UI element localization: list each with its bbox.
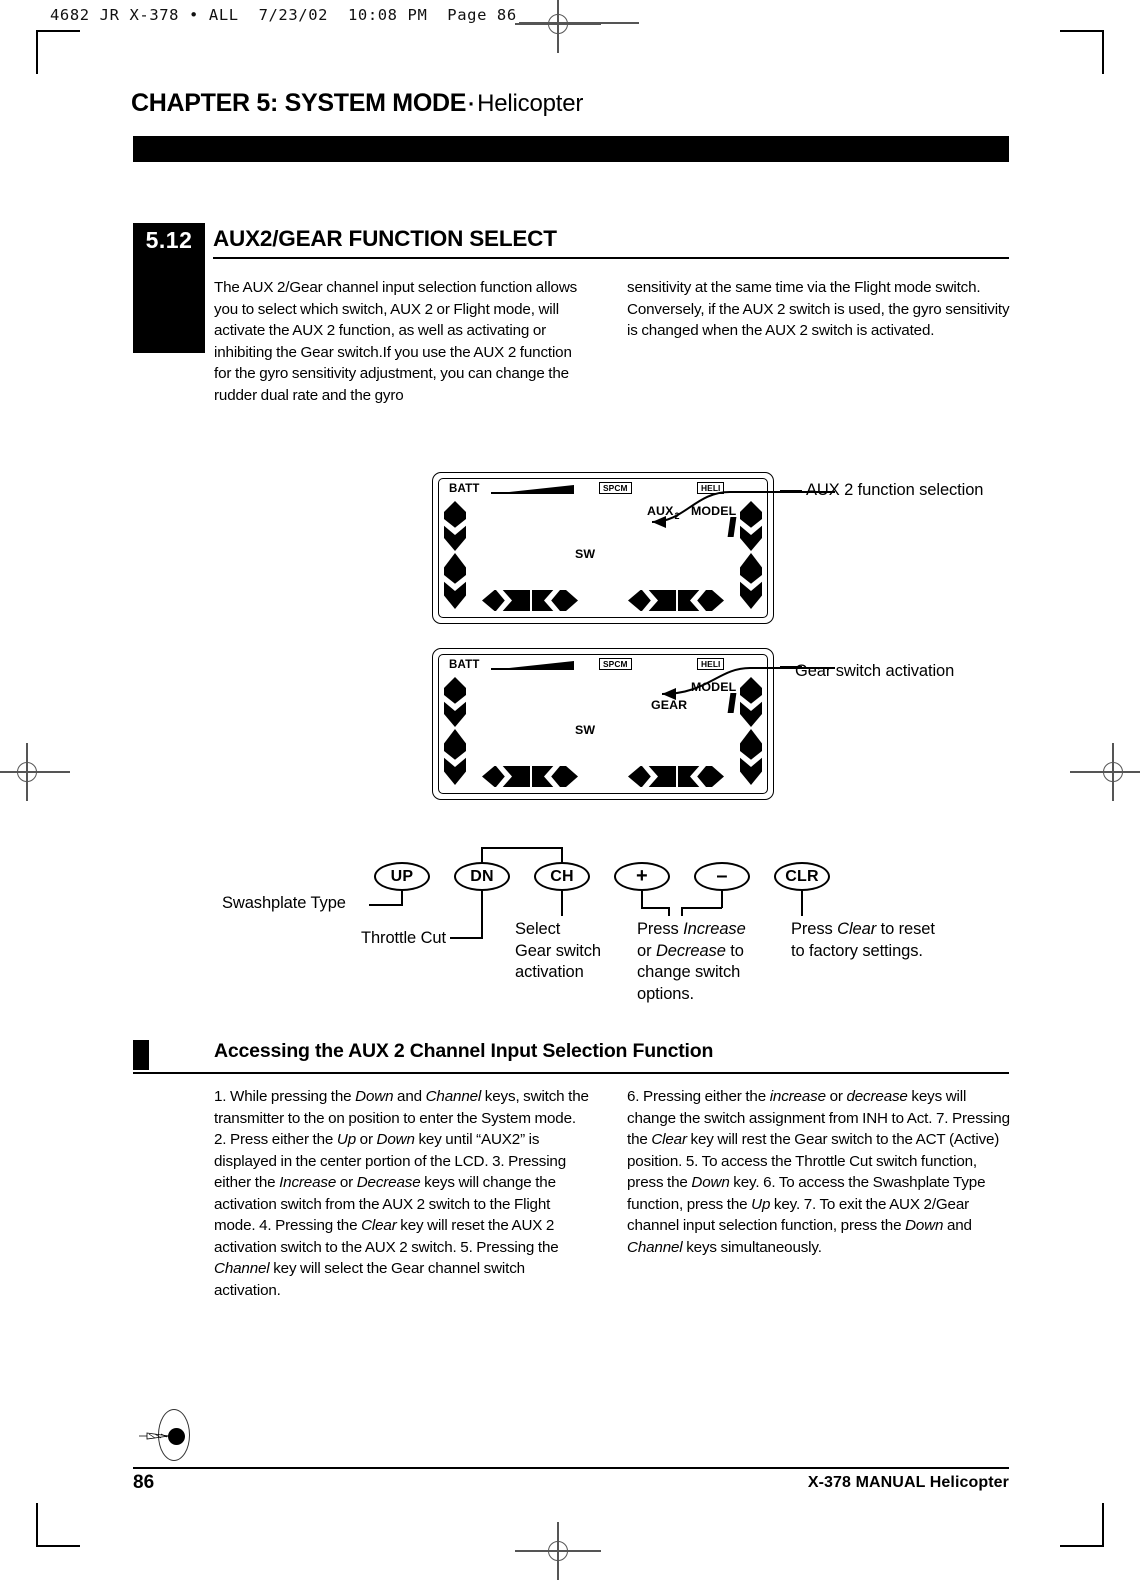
pm-line1-prefix: Press	[637, 920, 684, 938]
callout-heading-top: AUX 2 function selection	[806, 481, 984, 499]
clr-leader-vertical	[801, 891, 803, 916]
slug-rule	[519, 22, 639, 24]
registration-mark-top	[515, 0, 601, 53]
footer-rule	[133, 1467, 1009, 1470]
registration-mark-left	[0, 743, 70, 801]
battery-gauge-icon	[491, 660, 574, 670]
dn-leader-vertical	[481, 891, 483, 938]
bottom-left-trim-bar-icon	[482, 590, 578, 611]
section-number: 5.12	[145, 227, 193, 253]
bottom-right-trim-bar-icon	[628, 590, 724, 611]
key-clr[interactable]: CLR	[774, 862, 830, 891]
pm-line2-suffix: to	[725, 941, 744, 960]
chapter-title: CHAPTER 5: SYSTEM MODE·Helicopter	[131, 89, 583, 118]
pm-line3: change switch	[637, 963, 741, 981]
callout-option-aux2: AUX2	[802, 508, 872, 539]
key-decrease[interactable]: –	[694, 862, 750, 891]
section-title: AUX2/GEAR FUNCTION SELECT	[213, 226, 557, 251]
label-press-clear: Press Clear to reset to factory settings…	[791, 919, 981, 962]
increase-leader-vertical	[641, 891, 643, 908]
label-select-line3: activation	[515, 963, 584, 981]
pm-line4: options.	[637, 984, 694, 1003]
pm-line1-italic: Increase	[683, 920, 746, 938]
decrease-leader-horizontal	[681, 907, 722, 909]
increase-leader-horizontal	[641, 907, 669, 909]
intro-paragraph-right: sensitivity at the same time via the Fli…	[627, 279, 1010, 340]
registration-mark-bottom	[515, 1522, 601, 1580]
callout-rule-top	[780, 490, 802, 492]
label-press-increase-decrease: Press Increase or Decrease to change swi…	[637, 919, 787, 1005]
chapter-title-light: Helicopter	[477, 90, 584, 117]
ch-leader-vertical	[561, 891, 563, 916]
dn-ch-bracket-top	[482, 847, 562, 849]
callout-option-act-text: ACT	[802, 688, 854, 719]
label-swashplate-type: Swashplate Type	[222, 894, 346, 912]
crop-mark-top-right	[1060, 30, 1104, 74]
clr-line1-suffix: to reset	[876, 920, 935, 938]
dn-bracket-left	[481, 847, 483, 863]
battery-label: BATT	[449, 483, 480, 495]
bottom-right-trim-bar-icon	[628, 766, 724, 787]
jr-logo-icon	[138, 1409, 196, 1461]
pm-line2-italic: Decrease	[655, 941, 726, 960]
crop-mark-bottom-left	[36, 1503, 80, 1547]
footer-manual-name: X-378 MANUAL Helicopter	[807, 1474, 1009, 1491]
battery-label: BATT	[449, 659, 480, 671]
plusminus-junction-left	[668, 907, 670, 916]
page-number: 86	[133, 1472, 155, 1493]
chapter-title-separator: ·	[468, 93, 476, 116]
procedure-steps-right: 6. Pressing either the increase or decre…	[627, 1088, 1010, 1256]
ch-bracket-right	[561, 847, 563, 863]
intro-paragraph-left: The AUX 2/Gear channel input selection f…	[214, 279, 578, 404]
key-up[interactable]: UP	[374, 862, 430, 891]
callout-option-act: ACT	[802, 688, 854, 719]
label-select-line1: Select	[515, 920, 561, 938]
section-number-badge: 5.12	[133, 223, 205, 353]
decrease-leader-vertical	[721, 891, 723, 908]
clr-line1-italic: Clear	[837, 920, 877, 938]
callout-option-aux2-text: AUX2	[802, 508, 872, 539]
pm-line2-prefix: or	[637, 941, 656, 960]
callout-option-inh-bottom-text: INH	[802, 729, 854, 760]
label-throttle-cut: Throttle Cut	[361, 929, 446, 947]
battery-gauge-icon	[491, 484, 574, 494]
dn-leader-horizontal	[450, 937, 483, 939]
callout-option-fmod-text: F.MOD	[802, 551, 889, 582]
key-increase[interactable]: +	[614, 862, 670, 891]
procedure-badge	[133, 1040, 149, 1070]
label-select-line2: Gear switch	[515, 941, 602, 960]
chapter-title-bold: CHAPTER 5: SYSTEM MODE	[131, 89, 467, 117]
procedure-rule	[133, 1072, 1009, 1075]
manual-page: 4682 JR X-378 • ALL 7/23/02 10:08 PM Pag…	[0, 0, 1140, 1580]
up-leader-horizontal	[369, 904, 403, 906]
jr-logo-tail	[139, 1432, 170, 1440]
callout-option-inh-top: INH	[820, 592, 872, 623]
printer-slug-line: 4682 JR X-378 • ALL 7/23/02 10:08 PM Pag…	[50, 6, 517, 24]
left-trim-chevrons-icon	[444, 677, 466, 787]
clr-line2: to factory settings.	[791, 941, 923, 960]
sw-label: SW	[575, 723, 596, 737]
section-rule	[213, 257, 1009, 260]
plusminus-junction-right	[681, 907, 683, 916]
crop-mark-top-left	[36, 30, 80, 74]
procedure-steps-left: 1. While pressing the Down and Channel k…	[214, 1088, 589, 1299]
callout-option-inh-top-text: INH	[820, 592, 872, 623]
callout-heading-bottom: Gear switch activation	[795, 662, 955, 680]
bottom-left-trim-bar-icon	[482, 766, 578, 787]
registration-mark-right	[1070, 743, 1140, 801]
key-ch[interactable]: CH	[534, 862, 590, 891]
left-trim-chevrons-icon	[444, 501, 466, 611]
procedure-title: Accessing the AUX 2 Channel Input Select…	[214, 1040, 714, 1062]
callout-option-fmod: F.MOD	[802, 551, 889, 582]
label-select-gear-activation: Select Gear switch activation	[515, 919, 625, 984]
chapter-title-bar	[133, 136, 1009, 162]
callout-option-inh-bottom: INH	[802, 729, 854, 760]
clr-line1-prefix: Press	[791, 920, 838, 938]
sw-label: SW	[575, 547, 596, 561]
up-leader-vertical	[401, 891, 403, 905]
crop-mark-bottom-right	[1060, 1503, 1104, 1547]
key-dn[interactable]: DN	[454, 862, 510, 891]
